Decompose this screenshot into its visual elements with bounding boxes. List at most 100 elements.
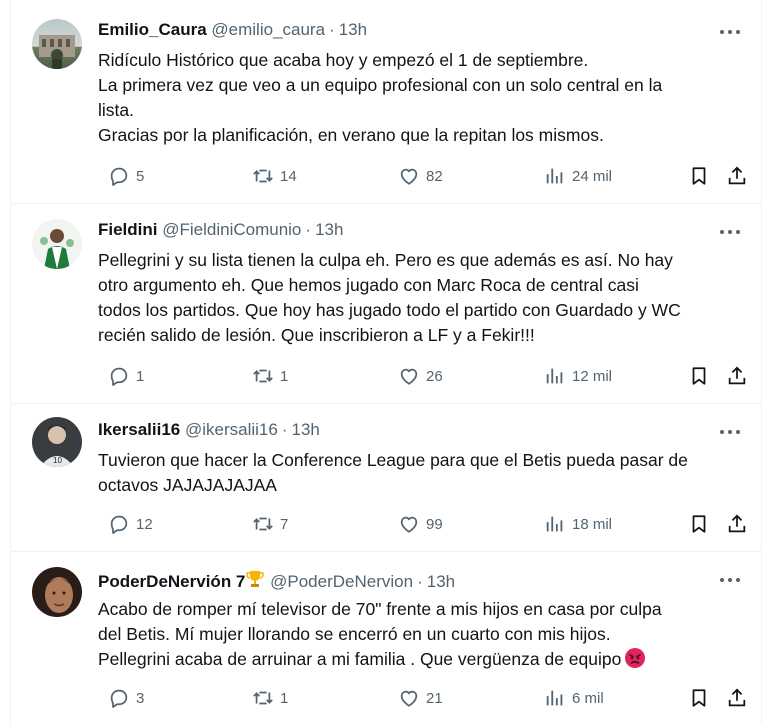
tweet-text-line-with-emoji: Pellegrini acaba de arruinar a mi famili… [98,647,748,672]
more-icon[interactable] [717,422,743,442]
tweet-header: Ikersalii16 @ikersalii16 · 13h [98,420,320,439]
like-count: 26 [426,367,443,385]
tweet-text-line: Pellegrini y su lista tienen la culpa eh… [98,250,673,270]
bookmark-button[interactable] [688,163,710,189]
tweet[interactable]: Fieldini @FieldiniComunio · 13h Pellegrini… [11,203,761,404]
reply-count: 3 [136,689,145,707]
share-icon [728,514,746,533]
views-button[interactable]: 6 mil [544,685,604,711]
views-button[interactable]: 24 mil [544,163,612,189]
author-handle[interactable]: @emilio_caura [211,20,325,39]
reply-button[interactable]: 1 [108,363,144,389]
reply-button[interactable]: 12 [108,511,153,537]
bookmark-button[interactable] [688,363,710,389]
retweet-count: 7 [280,515,289,533]
share-button[interactable] [726,163,748,189]
tweet-text-line: Ridículo Histórico que acaba hoy y empez… [98,50,589,70]
views-count: 18 mil [572,515,613,533]
views-count: 6 mil [572,689,604,707]
avatar[interactable] [32,19,82,69]
author-name[interactable]: Fieldini [98,220,158,239]
share-button[interactable] [726,685,748,711]
reply-count: 5 [136,167,145,185]
more-icon[interactable] [717,222,743,242]
tweet-actions: 3 1 21 6 mil [98,685,748,711]
bookmark-icon [692,515,706,533]
tweet-text-line: Gracias por la planificación, en verano … [98,125,604,145]
share-button[interactable] [726,363,748,389]
share-button[interactable] [726,511,748,537]
tweet-header: Fieldini @FieldiniComunio · 13h [98,220,344,239]
tweet-text: Ridículo Histórico que acaba hoy y empez… [98,48,748,148]
bookmark-icon [692,689,706,707]
reply-count: 12 [136,515,153,533]
retweet-button[interactable]: 1 [252,363,288,389]
reply-icon [110,367,128,386]
bookmark-button[interactable] [688,511,710,537]
heart-icon [400,690,418,707]
reply-button[interactable]: 3 [108,685,144,711]
views-icon [546,168,563,184]
views-count: 24 mil [572,167,613,185]
tweet-text-line: Tuvieron que hacer la Conference League … [98,450,688,470]
timestamp[interactable]: 13h [315,220,343,239]
avatar[interactable] [32,567,82,617]
like-count: 21 [426,689,443,707]
author-handle[interactable]: @FieldiniComunio [162,220,301,239]
like-button[interactable]: 82 [398,163,443,189]
like-button[interactable]: 99 [398,511,443,537]
tweet-text: Pellegrini y su lista tienen la culpa eh… [98,248,748,348]
author-handle[interactable]: @PoderDeNervion [270,572,413,591]
tweet-text-line: recién salido de lesión. Que inscribiero… [98,325,535,345]
reply-icon [110,689,128,708]
views-icon [546,690,563,706]
retweet-count: 1 [280,367,289,385]
timestamp[interactable]: 13h [339,20,367,39]
avatar[interactable] [32,219,82,269]
retweet-button[interactable]: 14 [252,163,297,189]
like-count: 99 [426,515,443,533]
author-name[interactable]: PoderDeNervión 7 [98,572,245,591]
more-icon[interactable] [717,570,743,590]
like-button[interactable]: 21 [398,685,443,711]
share-icon [728,688,746,707]
heart-icon [400,168,418,185]
heart-icon [400,368,418,385]
views-icon [546,368,563,384]
retweet-icon [253,369,273,383]
like-button[interactable]: 26 [398,363,443,389]
tweet-text-line: Acabo de romper mí televisor de 70" fren… [98,599,662,619]
heart-icon [400,516,418,533]
reply-button[interactable]: 5 [108,163,144,189]
avatar[interactable]: 10 [32,417,82,467]
tweet-text-line: octavos JAJAJAJAJAA [98,475,277,495]
views-button[interactable]: 18 mil [544,511,612,537]
views-button[interactable]: 12 mil [544,363,612,389]
author-handle[interactable]: @ikersalii16 [185,420,278,439]
tweet-text-line: La primera vez que veo a un equipo profe… [98,75,663,95]
timestamp[interactable]: 13h [292,420,320,439]
retweet-button[interactable]: 7 [252,511,288,537]
timestamp[interactable]: 13h [427,572,455,591]
retweet-button[interactable]: 1 [252,685,288,711]
svg-text:10: 10 [53,456,62,465]
tweet-text-line: Pellegrini acaba de arruinar a mi famili… [98,649,622,669]
angry-face-icon [625,648,646,668]
tweet-text-line: otro argumento eh. Que hemos jugado con … [98,275,639,295]
share-icon [728,366,746,385]
tweet-text-line: lista. [98,100,134,120]
tweet-header: PoderDeNervión 7 @PoderDeNervion · 13h [98,569,455,592]
tweet-header: Emilio_Caura @emilio_caura · 13h [98,20,368,39]
more-icon[interactable] [717,22,743,42]
reply-icon [110,167,128,186]
bookmark-button[interactable] [688,685,710,711]
tweet[interactable]: Emilio_Caura @emilio_caura · 13h Ridículo … [11,0,761,204]
tweet[interactable]: PoderDeNervión 7 @PoderDeNervion · 13h Aca… [11,551,761,725]
reply-count: 1 [136,367,145,385]
author-name[interactable]: Emilio_Caura [98,20,207,39]
retweet-count: 1 [280,689,289,707]
trophy-icon [246,571,265,587]
author-name[interactable]: Ikersalii16 [98,420,180,439]
tweet[interactable]: 10 Ikersalii16 @ikersalii16 · 13h Tuvieron… [11,403,761,552]
tweet-text: Tuvieron que hacer la Conference League … [98,448,748,498]
